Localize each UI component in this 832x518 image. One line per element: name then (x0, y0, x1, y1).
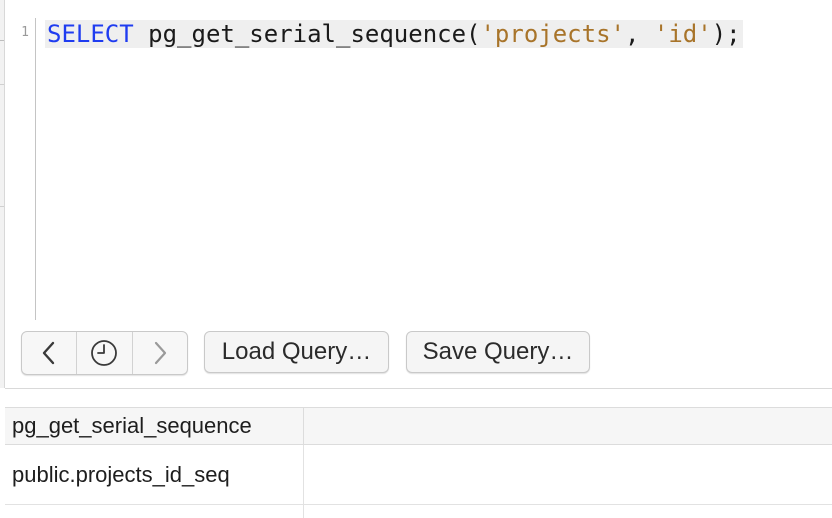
code-line[interactable]: SELECT pg_get_serial_sequence('projects'… (45, 20, 743, 48)
results-header-row: pg_get_serial_sequence (5, 407, 832, 446)
clock-icon (91, 340, 118, 366)
sql-keyword: SELECT (47, 20, 134, 48)
table-row[interactable]: public.projects_id_seq (5, 445, 832, 505)
column-divider[interactable] (303, 408, 304, 446)
column-divider (303, 445, 304, 504)
column-header[interactable]: pg_get_serial_sequence (12, 408, 252, 444)
sql-separator: , (624, 20, 654, 48)
sql-closing: ); (711, 20, 741, 48)
edge-mark (0, 40, 4, 41)
edge-mark (0, 206, 4, 207)
history-forward-button[interactable] (133, 332, 187, 374)
query-window: 1 SELECT pg_get_serial_sequence('project… (0, 0, 832, 518)
history-navigation (21, 331, 188, 375)
load-query-button[interactable]: Load Query… (204, 331, 389, 373)
chevron-left-icon (42, 341, 55, 365)
table-cell[interactable]: public.projects_id_seq (12, 445, 230, 504)
line-number: 1 (21, 25, 29, 40)
save-query-button[interactable]: Save Query… (406, 331, 590, 373)
results-gap (5, 389, 832, 407)
table-row-empty (5, 505, 832, 518)
sql-editor[interactable]: 1 SELECT pg_get_serial_sequence('project… (5, 0, 832, 320)
chevron-right-icon (154, 341, 166, 365)
sql-string-literal: 'id' (653, 20, 712, 48)
history-back-button[interactable] (22, 332, 78, 374)
edge-mark (0, 84, 4, 85)
column-divider (303, 505, 304, 518)
results-table: pg_get_serial_sequence public.projects_i… (5, 407, 832, 518)
sql-string-literal: 'projects' (480, 20, 625, 48)
history-button[interactable] (77, 332, 133, 374)
gutter-divider (35, 18, 36, 320)
sql-function-call: pg_get_serial_sequence( (133, 20, 481, 48)
